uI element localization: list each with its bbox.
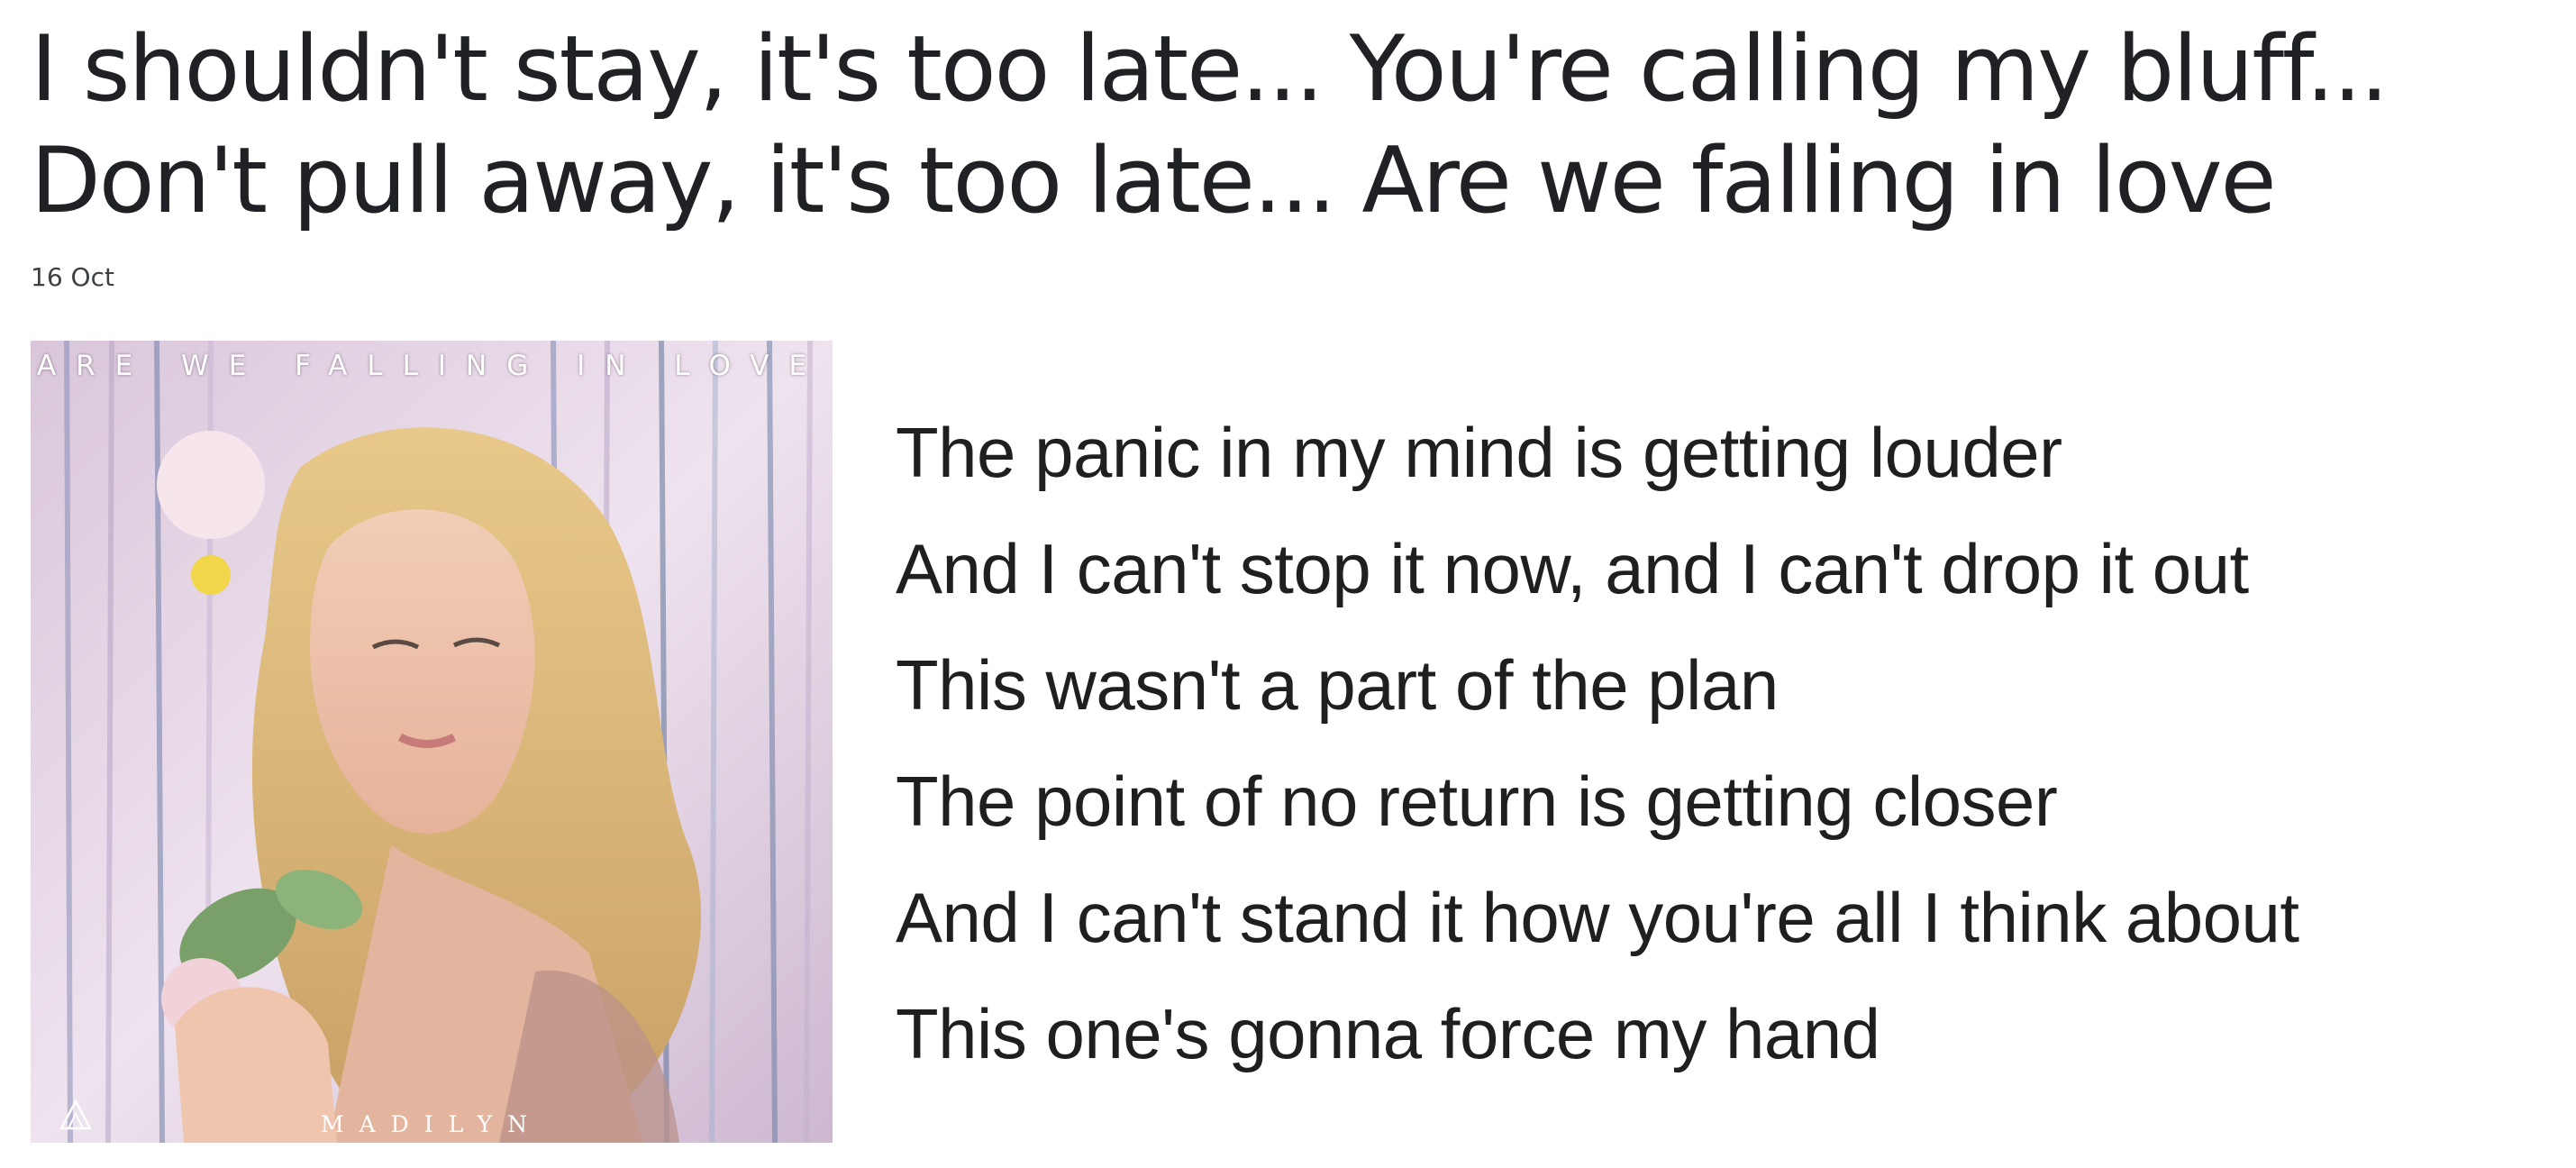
album-cover-image[interactable]: ARE WE FALLING IN LOVE MADILYN [31, 341, 833, 1143]
lyrics-line: And I can't stop it now, and I can't dro… [896, 529, 2249, 608]
post-date: 16 Oct [31, 262, 114, 292]
lyrics-line: And I can't stand it how you're all I th… [896, 878, 2299, 957]
lyrics-list: The panic in my mind is getting louder A… [896, 395, 2299, 1092]
album-cover-artist: MADILYN [321, 1111, 542, 1137]
album-cover-artwork [31, 341, 833, 1143]
lyrics-line: This one's gonna force my hand [896, 994, 1880, 1073]
lyrics-line: The point of no return is getting closer [896, 762, 2058, 841]
post-title: I shouldn't stay, it's too late... You'r… [31, 13, 2535, 236]
artist-logo-icon [59, 1099, 93, 1130]
album-cover-title: ARE WE FALLING IN LOVE [36, 350, 827, 382]
lyrics-line: The panic in my mind is getting louder [896, 413, 2062, 492]
post-title-line-1: I shouldn't stay, it's too late... You'r… [31, 15, 2389, 122]
lyrics-line: This wasn't a part of the plan [896, 645, 1779, 725]
post-title-line-2: Don't pull away, it's too late... Are we… [31, 127, 2277, 233]
